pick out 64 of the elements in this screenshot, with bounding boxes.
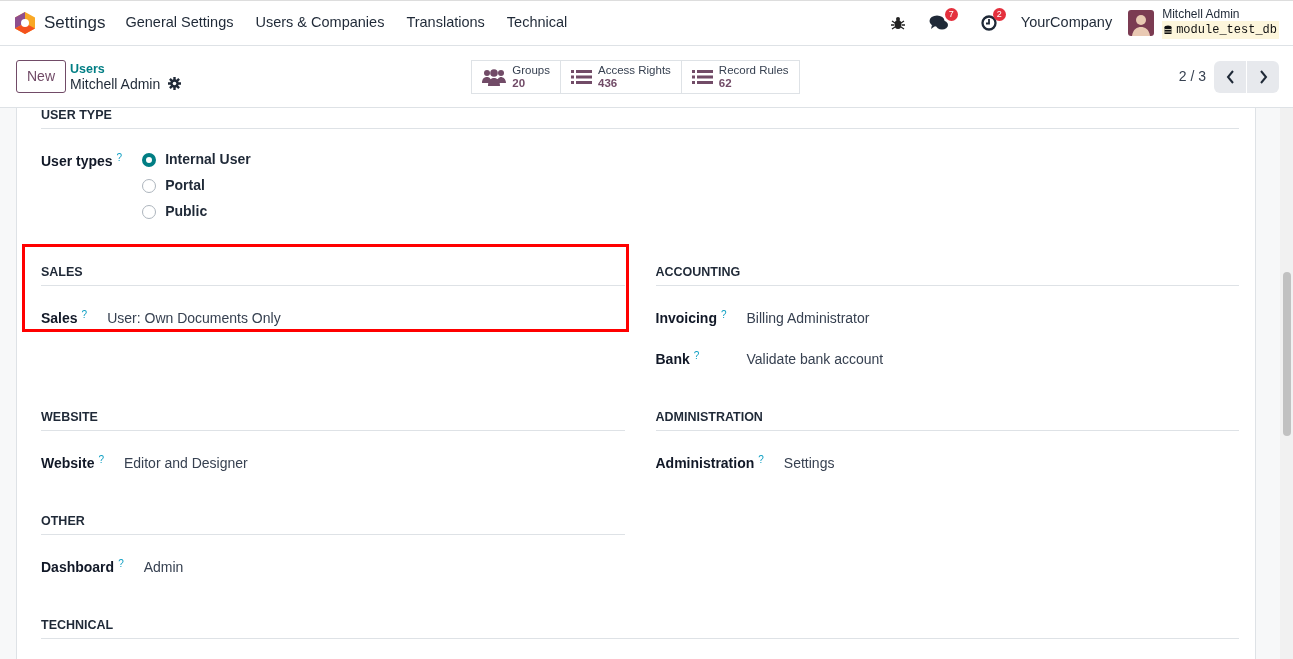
list-icon bbox=[691, 68, 713, 85]
stat-label: Record Rules bbox=[718, 63, 789, 77]
radio-button[interactable] bbox=[142, 204, 157, 219]
field-value[interactable]: User: Own Documents Only bbox=[107, 307, 625, 329]
debug-icon[interactable] bbox=[890, 16, 905, 30]
field-label: Bank bbox=[655, 350, 690, 367]
chevron-left-icon bbox=[1225, 69, 1235, 84]
field-value[interactable]: Validate bank account bbox=[746, 348, 1239, 370]
users-icon bbox=[482, 67, 507, 86]
menu-item[interactable]: Translations bbox=[406, 12, 485, 34]
settings-icon[interactable] bbox=[168, 77, 182, 90]
section-heading: OTHER bbox=[41, 507, 625, 535]
section-heading: ADMINISTRATION bbox=[655, 403, 1239, 431]
radio-label[interactable]: Public bbox=[165, 201, 208, 223]
stat-button[interactable]: Record Rules 62 bbox=[680, 59, 800, 94]
field-label: Website bbox=[41, 454, 95, 471]
scrollbar-thumb[interactable] bbox=[1282, 272, 1291, 436]
stat-label: Groups bbox=[512, 63, 550, 77]
notification-badge: 7 bbox=[944, 8, 958, 21]
breadcrumb-link[interactable]: Users bbox=[70, 61, 182, 76]
list-icon bbox=[571, 68, 592, 85]
section-heading: TECHNICAL bbox=[41, 611, 1239, 639]
field-value[interactable]: Editor and Designer bbox=[124, 452, 625, 474]
stat-button[interactable]: Access Rights 436 bbox=[560, 59, 682, 94]
radio-button[interactable] bbox=[142, 152, 157, 167]
scrollbar[interactable] bbox=[1280, 108, 1293, 659]
field-value[interactable]: Billing Administrator bbox=[746, 307, 1239, 329]
notification-badge: 2 bbox=[992, 8, 1006, 21]
field-label: Sales bbox=[41, 309, 78, 326]
avatar-icon[interactable] bbox=[1128, 10, 1155, 36]
chevron-right-icon bbox=[1258, 69, 1268, 84]
field-label: Invoicing bbox=[655, 309, 717, 326]
section-heading: WEBSITE bbox=[41, 403, 625, 431]
section-heading: USER TYPE bbox=[41, 108, 1239, 129]
field-value[interactable]: Admin bbox=[143, 556, 625, 578]
next-button[interactable] bbox=[1247, 60, 1279, 93]
record-name: Mitchell Admin bbox=[70, 75, 161, 92]
radio-button[interactable] bbox=[142, 178, 157, 193]
clock-icon[interactable] bbox=[980, 15, 997, 31]
stat-button[interactable]: Groups 20 bbox=[471, 59, 561, 94]
chat-icon[interactable] bbox=[928, 15, 949, 31]
menu-item[interactable]: Users & Companies bbox=[255, 12, 385, 34]
radio-label[interactable]: Internal User bbox=[165, 149, 251, 171]
app-logo-icon[interactable] bbox=[14, 11, 36, 35]
radio-label[interactable]: Portal bbox=[165, 175, 205, 197]
user-name[interactable]: Mitchell Admin bbox=[1162, 7, 1279, 21]
stat-value: 20 bbox=[512, 76, 527, 90]
field-label: Administration bbox=[655, 454, 755, 471]
field-label: User types bbox=[41, 152, 113, 169]
pager-value: 2 / 3 bbox=[1178, 67, 1206, 86]
app-name[interactable]: Settings bbox=[44, 10, 106, 36]
previous-button[interactable] bbox=[1214, 60, 1246, 93]
new-button[interactable]: New bbox=[16, 60, 66, 93]
section-heading: SALES bbox=[41, 257, 625, 286]
field-value[interactable]: Settings bbox=[783, 452, 1239, 474]
stat-value: 436 bbox=[598, 76, 619, 90]
stat-label: Access Rights bbox=[598, 63, 671, 77]
menu-item[interactable]: Technical bbox=[506, 12, 568, 34]
company-switcher[interactable]: YourCompany bbox=[1020, 12, 1113, 34]
database-text: module_test_db bbox=[1176, 22, 1277, 39]
section-heading: ACCOUNTING bbox=[655, 257, 1239, 286]
field-label: Dashboard bbox=[41, 558, 115, 575]
menu-item[interactable]: General Settings bbox=[125, 12, 234, 34]
stat-value: 62 bbox=[718, 76, 733, 90]
